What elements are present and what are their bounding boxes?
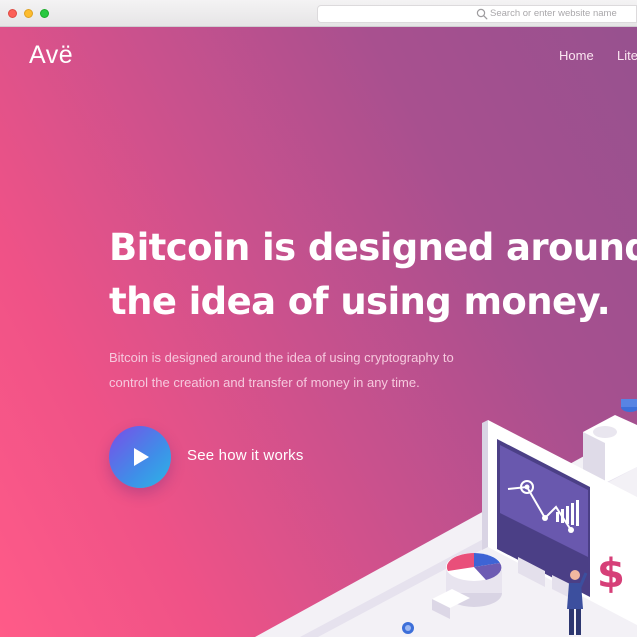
nav-link-home[interactable]: Home — [559, 48, 594, 63]
hero-headline-line: the idea of using money. — [109, 280, 611, 323]
svg-text:$: $ — [597, 551, 625, 597]
hero-headline: Bitcoin is designed around the idea of u… — [109, 221, 637, 329]
play-icon — [134, 448, 149, 466]
play-video-button[interactable] — [109, 426, 171, 488]
dollar-sign-icon: $ — [597, 551, 625, 597]
search-icon — [476, 8, 488, 20]
minimize-window-button[interactable] — [24, 9, 33, 18]
browser-toolbar: Search or enter website name — [0, 0, 637, 27]
landing-page: $ Avë Home Lite Bitcoin is designed arou… — [0, 27, 637, 637]
address-bar-placeholder: Search or enter website name — [490, 8, 617, 19]
close-window-button[interactable] — [8, 9, 17, 18]
brand-logo[interactable]: Avë — [29, 41, 73, 70]
hero-description-line: Bitcoin is designed around the idea of u… — [109, 350, 454, 365]
zoom-window-button[interactable] — [40, 9, 49, 18]
address-bar[interactable]: Search or enter website name — [317, 5, 637, 23]
hero-headline-line: Bitcoin is designed around — [109, 226, 637, 269]
crypto-dashboard-illustration: $ — [255, 399, 637, 637]
hero-description: Bitcoin is designed around the idea of u… — [109, 345, 529, 395]
hero-description-line: control the creation and transfer of mon… — [109, 375, 420, 390]
see-how-it-works-link[interactable]: See how it works — [187, 447, 304, 464]
nav-link-lite[interactable]: Lite — [617, 48, 637, 63]
